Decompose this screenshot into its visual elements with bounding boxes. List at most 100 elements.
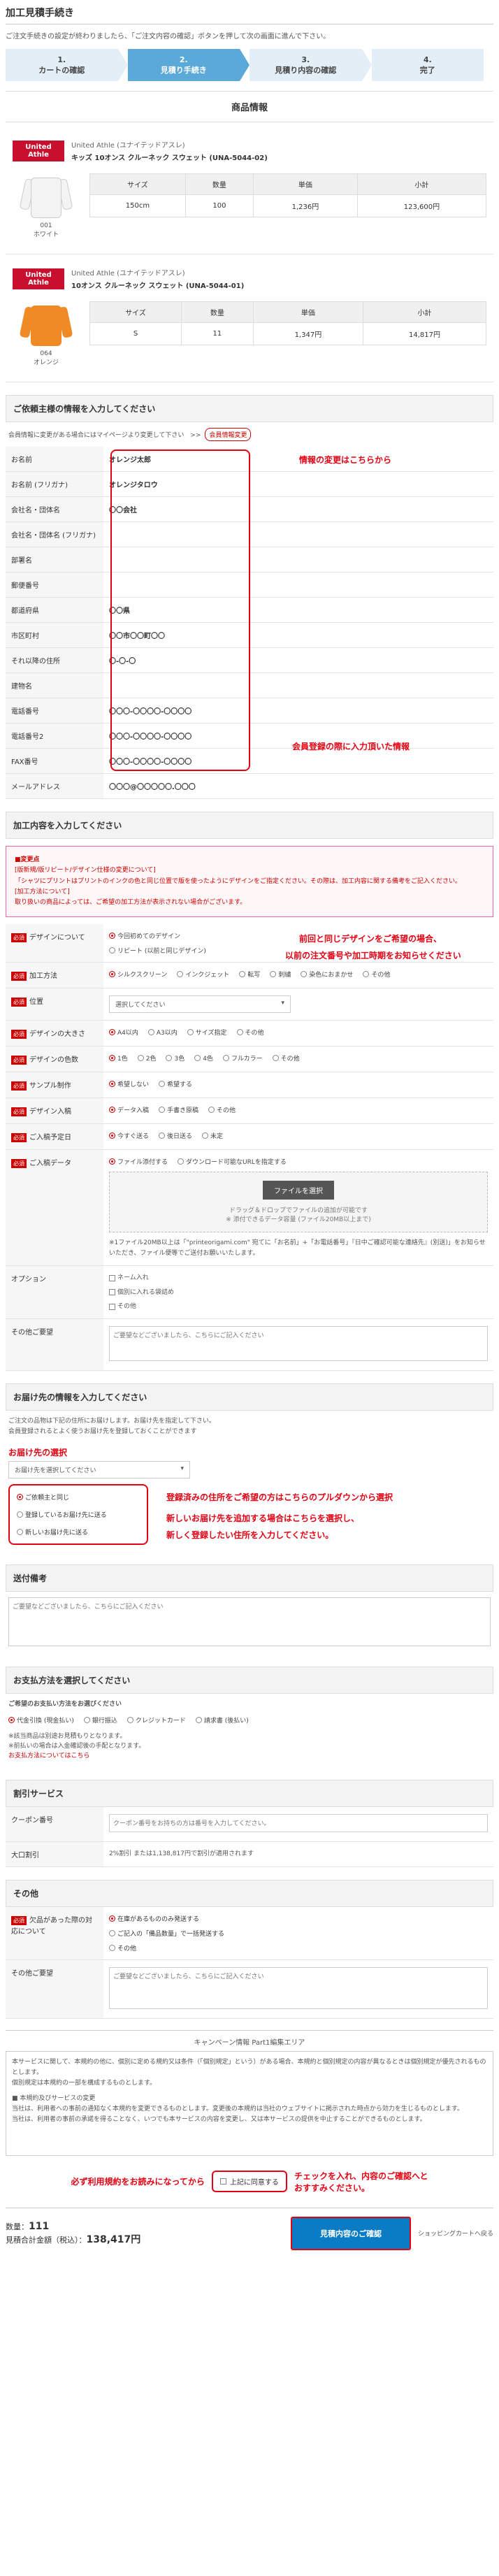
option-radio[interactable]	[137, 1055, 144, 1062]
coupon-input[interactable]	[109, 1813, 488, 1832]
page-title: 加工見積手続き	[6, 0, 493, 24]
option-radio[interactable]	[109, 1055, 115, 1062]
customer-note: 会員情報に変更がある場合にはマイページより変更して下さい >>	[8, 432, 201, 439]
product-thumbnail[interactable]: 001 ホワイト	[13, 173, 80, 238]
other-memo-textarea[interactable]	[109, 1966, 488, 2009]
faulty-radio[interactable]	[109, 1915, 115, 1922]
option-radio[interactable]	[109, 1029, 115, 1036]
payment-info-link[interactable]: お支払方法についてはこちら	[8, 1751, 491, 1761]
member-info-change-button[interactable]: 会員情報変更	[205, 428, 252, 441]
discount-form: クーポン番号 大口割引 2%割引 または1,138,817円で割引が適用されます	[6, 1806, 493, 1867]
delivery-section-title: お届け先の情報を入力してください	[6, 1383, 493, 1411]
option-checkbox[interactable]	[109, 1289, 115, 1296]
processing-memo-textarea[interactable]	[109, 1326, 488, 1362]
option-radio[interactable]	[363, 971, 370, 978]
field-label: 郵便番号	[6, 572, 103, 598]
product-table: サイズ 数量 単価 小計 150cm 100 1,236円 123,600円	[89, 173, 487, 217]
payment-section-title: お支払方法を選択してください	[6, 1667, 493, 1694]
product-name[interactable]: 10オンス クルーネック スウェット (UNA-5044-01)	[71, 280, 244, 290]
file-select-button[interactable]: ファイルを選択	[263, 1181, 334, 1200]
delivery-radio[interactable]	[17, 1529, 23, 1536]
product-maker: United Athle (ユナイテッドアスレ)	[71, 142, 185, 150]
option-checkbox[interactable]	[109, 1274, 115, 1281]
option-radio[interactable]	[109, 1132, 115, 1139]
required-badge: 必須	[11, 1107, 27, 1117]
option-radio[interactable]	[109, 1158, 115, 1165]
option-radio[interactable]	[270, 971, 277, 978]
faulty-radio[interactable]	[109, 1929, 115, 1936]
table-row: 必須 位置 選択してください ▾	[6, 988, 493, 1021]
processing-form: 必須 デザインについて 今回初めてのデザイン リピート (以前と同じデザイン) 必須 加工…	[6, 924, 493, 1267]
option-radio[interactable]	[109, 1107, 115, 1114]
option-radio[interactable]	[202, 1132, 209, 1139]
field-label: デザインの色数	[29, 1056, 78, 1065]
order-footer: 数量：111 見積合計金額（税込）：138,417円 見積内容のご確認 ショッピ…	[6, 2207, 493, 2259]
option-radio[interactable]	[194, 1055, 201, 1062]
option-radio[interactable]	[187, 1029, 194, 1036]
field-label: お名前 (フリガナ)	[6, 471, 103, 497]
processing-notice: ■変更点 [版新規/版リピート/デザイン仕様の変更について] 「シャツにプリント…	[6, 846, 493, 918]
field-label: 電話番号2	[6, 723, 103, 749]
option-radio[interactable]	[301, 971, 308, 978]
position-select[interactable]: 選択してください ▾	[109, 995, 291, 1014]
product-thumbnail[interactable]: 064 オレンジ	[13, 301, 80, 366]
table-row: S 11 1,347円 14,817円	[89, 322, 486, 345]
option-radio[interactable]	[109, 933, 115, 940]
table-row: メールアドレス 〇〇〇@〇〇〇〇〇.〇〇〇	[6, 773, 493, 799]
option-radio[interactable]	[109, 1081, 115, 1088]
customer-section-title: ご依頼主様の情報を入力してください	[6, 395, 493, 422]
option-radio[interactable]	[178, 1158, 185, 1165]
payment-radio[interactable]	[195, 1716, 202, 1723]
step-1: 1. カートの確認	[6, 49, 127, 81]
option-radio[interactable]	[166, 1055, 173, 1062]
option-radio[interactable]	[208, 1107, 215, 1114]
delivery-select[interactable]: お届け先を選択してください ▾	[8, 1461, 190, 1479]
option-radio[interactable]	[177, 971, 184, 978]
annotation-agree-right-1: チェックを入れ、内容のご確認へと	[294, 2171, 428, 2181]
required-badge: 必須	[11, 1159, 27, 1169]
chevron-down-icon: ▾	[180, 1465, 184, 1473]
confirm-order-button[interactable]: 見積内容のご確認	[290, 2216, 411, 2250]
back-to-cart-link[interactable]: ショッピングカートへ戻る	[418, 2229, 493, 2238]
product-name[interactable]: キッズ 10オンス クルーネック スウェット (UNA-5044-02)	[71, 152, 268, 162]
option-radio[interactable]	[239, 971, 246, 978]
terms-scrollbox[interactable]: 本サービスに関して、本規約の他に、個別に定める規約又は条件（「個別規定」という）…	[6, 2050, 493, 2156]
campaign-area: キャンペーン情報 Part1編集エリア 本サービスに関して、本規約の他に、個別に…	[6, 2029, 493, 2156]
field-label: 位置	[29, 998, 43, 1007]
file-dropzone[interactable]: ファイルを選択 ドラッグ＆ドロップでファイルの追加が可能です ※ 添付できるデータ容…	[109, 1172, 488, 1233]
option-radio[interactable]	[159, 1081, 166, 1088]
product-maker: United Athle (ユナイテッドアスレ)	[71, 270, 185, 278]
delivery-memo-textarea[interactable]	[8, 1597, 491, 1647]
step-2: 2. 見積り手続き	[127, 49, 249, 81]
option-radio[interactable]	[236, 1029, 243, 1036]
required-badge: 必須	[11, 998, 27, 1007]
table-row: 150cm 100 1,236円 123,600円	[89, 194, 487, 217]
option-radio[interactable]	[109, 971, 115, 978]
option-radio[interactable]	[159, 1107, 166, 1114]
agree-checkbox[interactable]	[219, 2178, 226, 2185]
field-value: 〇〇〇@〇〇〇〇〇.〇〇〇	[103, 773, 493, 799]
option-checkbox[interactable]	[109, 1303, 115, 1310]
faulty-radio[interactable]	[109, 1944, 115, 1951]
field-label: FAX番号	[6, 748, 103, 774]
step-3: 3. 見積り内容の確認	[249, 49, 371, 81]
option-radio[interactable]	[159, 1132, 166, 1139]
delivery-radio[interactable]	[17, 1494, 23, 1501]
field-label: デザイン入稿	[29, 1108, 71, 1116]
option-radio[interactable]	[272, 1055, 279, 1062]
payment-radio[interactable]	[83, 1716, 90, 1723]
field-label: 建物名	[6, 672, 103, 698]
payment-radio[interactable]	[8, 1716, 15, 1723]
annotation-delivery-3: 新しく登録したい住所を入力してください。	[166, 1530, 334, 1541]
option-radio[interactable]	[147, 1029, 154, 1036]
field-label: 電話番号	[6, 698, 103, 724]
option-radio[interactable]	[222, 1055, 229, 1062]
delivery-radio[interactable]	[17, 1511, 23, 1518]
field-label: 都道府県	[6, 597, 103, 623]
brand-logo: United Athle	[13, 268, 64, 289]
required-badge: 必須	[11, 1133, 27, 1143]
option-radio[interactable]	[109, 947, 115, 954]
agree-checkbox-wrap[interactable]: 上記に同意する	[211, 2171, 287, 2193]
payment-radio[interactable]	[126, 1716, 133, 1723]
field-label: デザインの大きさ	[29, 1030, 85, 1039]
